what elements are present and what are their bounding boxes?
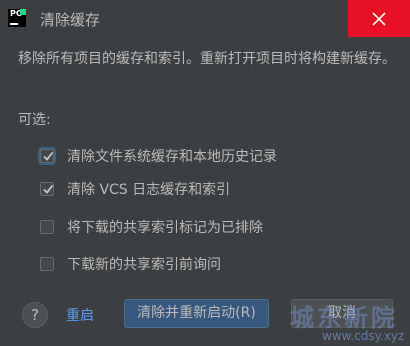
clear-cache-dialog: PC 清除缓存 移除所有项目的缓存和索引。重新打开项目时将构建新缓存。 可选: … bbox=[0, 0, 410, 346]
option-label: 下载新的共享索引前询问 bbox=[67, 257, 221, 273]
option-label: 清除文件系统缓存和本地历史记录 bbox=[67, 149, 277, 165]
optional-label: 可选: bbox=[18, 112, 51, 128]
clear-and-restart-button[interactable]: 清除并重新启动(R) bbox=[124, 299, 269, 328]
option-clear-vcs-log-cache[interactable]: 清除 VCS 日志缓存和索引 bbox=[40, 178, 230, 200]
checkbox-ask-before-download[interactable] bbox=[40, 257, 54, 271]
checkmark-icon bbox=[43, 151, 54, 161]
restart-link[interactable]: 重启 bbox=[66, 305, 94, 325]
option-clear-filesystem-cache[interactable]: 清除文件系统缓存和本地历史记录 bbox=[40, 145, 277, 167]
option-label: 清除 VCS 日志缓存和索引 bbox=[67, 182, 231, 198]
title-bar[interactable]: PC 清除缓存 bbox=[0, 0, 410, 37]
app-icon-accent bbox=[20, 9, 26, 15]
checkbox-clear-vcs-log-cache[interactable] bbox=[40, 182, 54, 196]
option-label: 将下载的共享索引标记为已排除 bbox=[67, 220, 263, 236]
checkbox-clear-filesystem-cache[interactable] bbox=[40, 149, 54, 163]
app-icon-bar bbox=[10, 23, 18, 25]
option-mark-shared-indexes-excluded[interactable]: 将下载的共享索引标记为已排除 bbox=[40, 216, 263, 238]
checkbox-mark-shared-indexes-excluded[interactable] bbox=[40, 220, 54, 234]
help-button[interactable]: ? bbox=[22, 302, 48, 328]
dialog-message: 移除所有项目的缓存和索引。重新打开项目时将构建新缓存。 bbox=[18, 51, 396, 67]
dialog-title: 清除缓存 bbox=[40, 11, 101, 29]
checkmark-icon bbox=[43, 184, 54, 194]
pycharm-icon: PC bbox=[8, 9, 26, 27]
cancel-button[interactable]: 取消 bbox=[291, 299, 393, 328]
dialog-message-area: 移除所有项目的缓存和索引。重新打开项目时将构建新缓存。 bbox=[18, 49, 398, 69]
watermark-url: www.cdsy.xyz bbox=[322, 329, 405, 343]
close-button[interactable] bbox=[348, 0, 410, 37]
option-ask-before-download[interactable]: 下载新的共享索引前询问 bbox=[40, 253, 221, 275]
close-icon bbox=[372, 12, 386, 26]
